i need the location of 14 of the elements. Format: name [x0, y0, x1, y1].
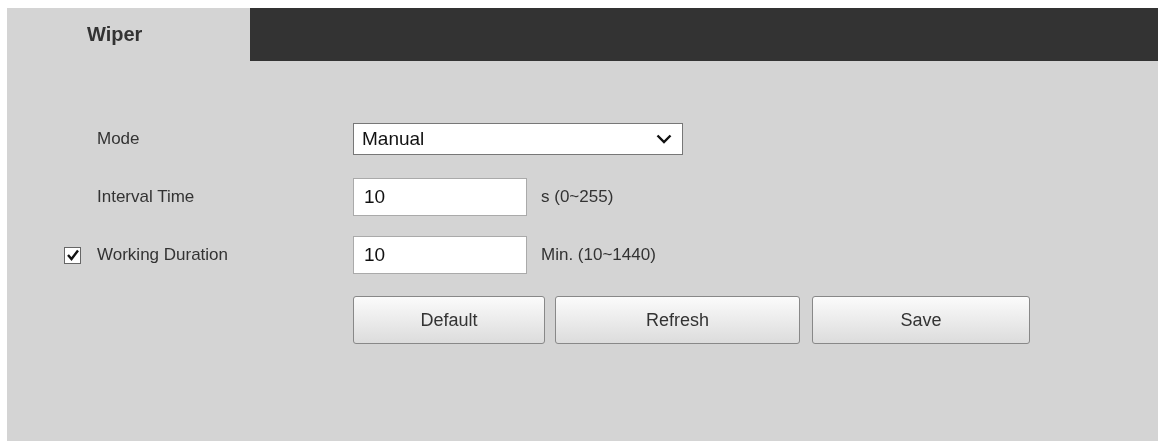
save-button[interactable]: Save [812, 296, 1030, 344]
refresh-button[interactable]: Refresh [555, 296, 800, 344]
wiper-tab[interactable]: Wiper [7, 8, 250, 61]
field-label: Mode [97, 129, 140, 149]
input-field[interactable]: 10 [353, 178, 527, 216]
checkbox[interactable] [64, 246, 81, 264]
field-label: Interval Time [97, 187, 195, 207]
default-button[interactable]: Default [353, 296, 545, 344]
input-field[interactable]: 10 [353, 236, 527, 274]
field-label: Working Duration [97, 245, 229, 265]
unit-label: s (0~255) [541, 187, 614, 207]
unit-label: Min. (10~1440) [541, 245, 656, 265]
mode-dropdown[interactable]: Manual [353, 123, 683, 155]
chevron-down-icon [656, 134, 672, 144]
